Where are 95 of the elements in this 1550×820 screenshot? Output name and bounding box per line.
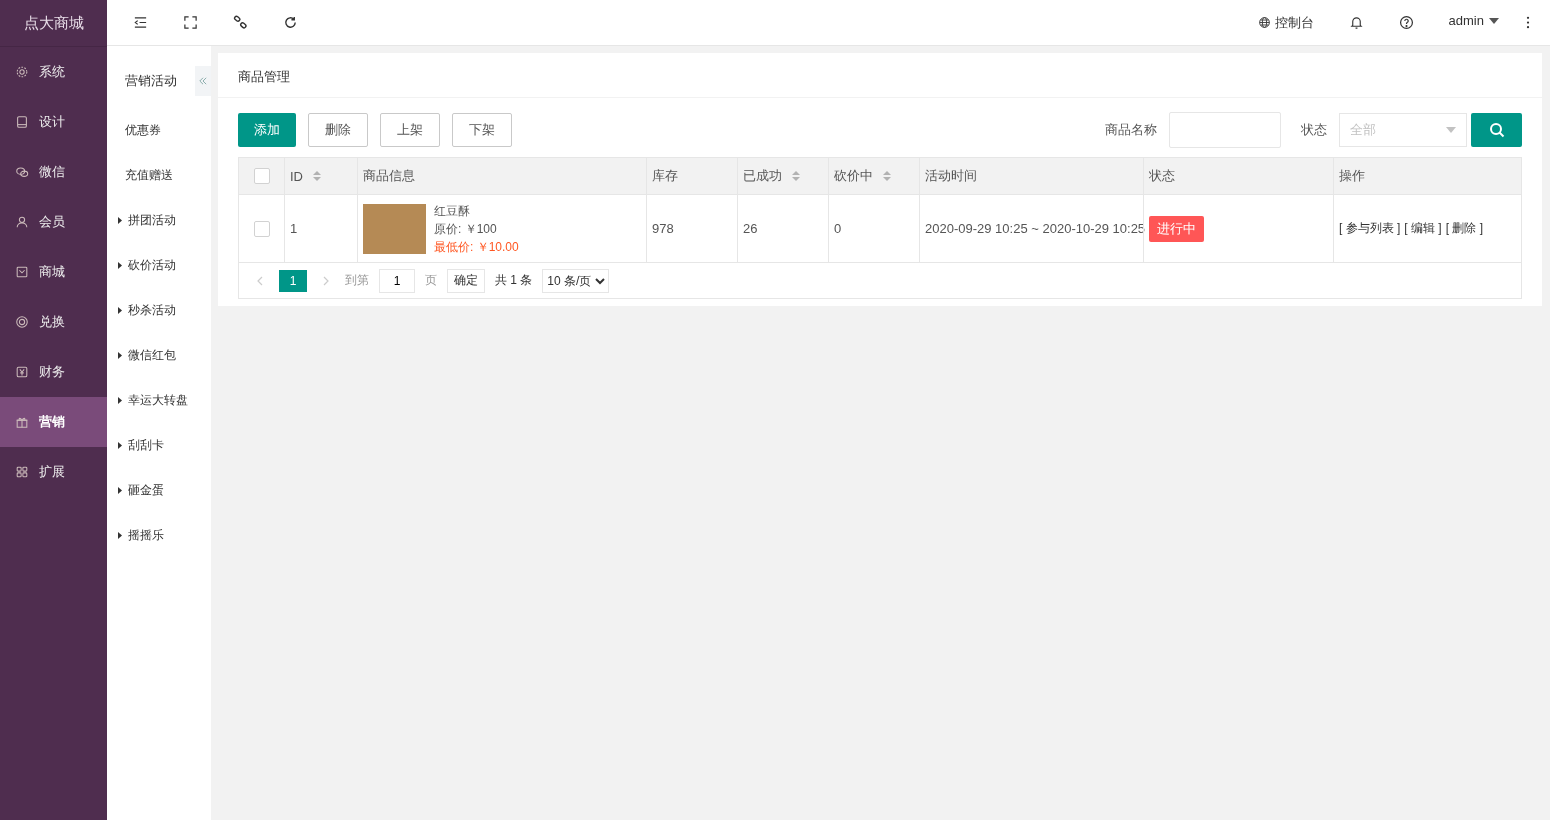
submenu-item[interactable]: 砍价活动 [107, 243, 211, 288]
page-unit-label: 页 [425, 272, 437, 289]
sort-icon[interactable] [313, 170, 321, 182]
table-cell: 0 [828, 195, 919, 262]
gear-icon [15, 65, 29, 79]
refresh-icon[interactable] [283, 15, 298, 30]
action-button[interactable]: 下架 [452, 113, 512, 147]
table-cell: 26 [737, 195, 828, 262]
triangle-icon [118, 532, 122, 539]
menu-fold-icon[interactable] [133, 15, 148, 30]
checkbox[interactable] [253, 168, 270, 184]
filter-label: 商品名称 [1105, 121, 1157, 139]
coin-icon [15, 315, 29, 329]
sort-icon[interactable] [792, 170, 800, 182]
console-link[interactable]: 控制台 [1257, 13, 1314, 32]
page-number[interactable]: 1 [279, 269, 307, 292]
triangle-icon [118, 397, 122, 404]
submenu-item[interactable]: 幸运大转盘 [107, 378, 211, 423]
table-cell: 978 [646, 195, 737, 262]
column-header: 活动时间 [919, 158, 1143, 194]
submenu-title: 营销活动 [125, 72, 177, 90]
triangle-icon [118, 262, 122, 269]
checkbox[interactable] [253, 220, 270, 237]
submenu-item[interactable]: 充值赠送 [107, 153, 211, 198]
original-price: 原价: ￥100 [434, 220, 498, 238]
submenu-item[interactable]: 微信红包 [107, 333, 211, 378]
total-count: 共 1 条 [495, 272, 533, 289]
mail-icon [15, 265, 29, 279]
prev-page-icon[interactable] [257, 275, 263, 286]
table-cell: 1 [284, 195, 357, 262]
column-header: 已成功 [737, 158, 828, 194]
action-button[interactable]: 上架 [380, 113, 440, 147]
column-header: ID [284, 158, 357, 194]
caret-icon [1446, 127, 1456, 133]
column-header: 库存 [646, 158, 737, 194]
grid-icon [15, 465, 29, 479]
action-link[interactable]: [ 编辑 ] [1404, 220, 1442, 237]
column-header: 操作 [1333, 158, 1513, 194]
chat-icon [15, 165, 29, 179]
confirm-button[interactable]: 确定 [447, 268, 485, 293]
product-name: 红豆酥 [434, 202, 471, 220]
gift-icon [15, 415, 29, 429]
triangle-icon [118, 487, 122, 494]
triangle-icon [118, 217, 122, 224]
next-page-icon[interactable] [323, 275, 329, 286]
tablet-icon [15, 115, 29, 129]
globe-icon [1257, 16, 1271, 29]
page-input[interactable]: 1 [379, 268, 415, 293]
nav-item[interactable]: 设计 [0, 97, 107, 147]
nav-item[interactable]: 营销 [0, 397, 107, 447]
submenu-item[interactable]: 刮刮卡 [107, 423, 211, 468]
submenu-item[interactable]: 优惠券 [107, 108, 211, 153]
status-badge: 进行中 [1149, 215, 1204, 242]
nav-item[interactable]: 扩展 [0, 447, 107, 497]
nav-item[interactable]: 财务 [0, 347, 107, 397]
column-header: 商品信息 [357, 158, 646, 194]
bell-icon[interactable] [1348, 15, 1364, 30]
submenu-item[interactable]: 拼团活动 [107, 198, 211, 243]
caret-icon [1489, 17, 1499, 24]
double-chevron-icon [199, 77, 207, 85]
photo-placeholder [363, 203, 426, 254]
search-button[interactable] [1471, 113, 1522, 147]
column-header: 状态 [1143, 158, 1333, 194]
user-menu[interactable]: admin [1448, 13, 1499, 28]
submenu-item[interactable]: 秒杀活动 [107, 288, 211, 333]
action-button[interactable]: 删除 [308, 113, 368, 147]
filter-label: 状态 [1301, 121, 1327, 139]
nav-item[interactable]: 商城 [0, 247, 107, 297]
add-button[interactable]: 添加 [238, 113, 296, 147]
collapse-button[interactable] [195, 66, 211, 96]
lowest-price: 最低价: ￥10.00 [434, 238, 519, 256]
action-link[interactable]: [ 参与列表 ] [1339, 220, 1401, 237]
nav-item[interactable]: 兑换 [0, 297, 107, 347]
page-title: 商品管理 [218, 53, 1542, 98]
triangle-icon [118, 307, 122, 314]
money-icon [15, 365, 29, 379]
nav-item[interactable]: 系统 [0, 47, 107, 97]
name-input[interactable] [1169, 112, 1281, 148]
nav-item[interactable]: 微信 [0, 147, 107, 197]
triangle-icon [118, 442, 122, 449]
more-icon[interactable] [1526, 15, 1530, 30]
submenu-item[interactable]: 摇摇乐 [107, 513, 211, 558]
column-header: 砍价中 [828, 158, 919, 194]
submenu-item[interactable]: 砸金蛋 [107, 468, 211, 513]
nav-item[interactable]: 会员 [0, 197, 107, 247]
sort-icon[interactable] [883, 170, 891, 182]
help-icon[interactable] [1398, 15, 1414, 30]
link-icon[interactable] [233, 15, 248, 30]
goto-label: 到第 [345, 272, 369, 289]
search-icon [1488, 122, 1505, 138]
triangle-icon [118, 352, 122, 359]
user-icon [15, 215, 29, 229]
delete-link[interactable]: [ 删除 ] [1445, 220, 1484, 237]
fullscreen-icon[interactable] [183, 15, 198, 30]
page-size-select[interactable]: 10 条/页 [542, 268, 610, 293]
